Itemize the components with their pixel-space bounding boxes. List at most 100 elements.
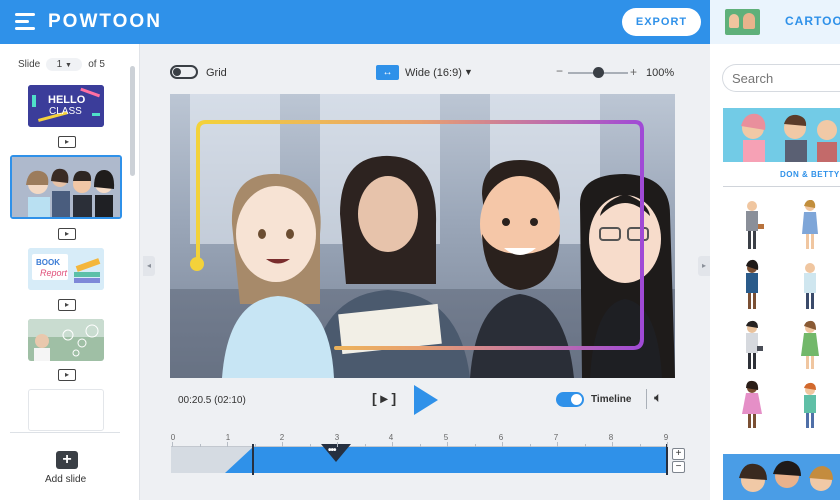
timeline-zoom-in-button[interactable]: + (672, 448, 685, 460)
search-input[interactable] (722, 64, 840, 92)
timeline-tick: 7 (553, 433, 559, 442)
collapse-right-icon[interactable]: ▸ (698, 256, 710, 276)
timeline-tick-mark (529, 444, 531, 447)
character-woman-green[interactable] (801, 320, 819, 369)
slide-thumbnail-5[interactable] (28, 389, 104, 431)
timeline-tick-mark (254, 444, 256, 447)
play-icon[interactable] (414, 385, 438, 415)
thumb-text-book: BOOK (36, 258, 60, 267)
play-frame-icon[interactable]: [ ▸ ] (372, 390, 396, 407)
timeline-tick-mark (392, 442, 393, 447)
timeline-tick: 0 (170, 433, 176, 442)
insert-transition-icon[interactable]: ▸ (58, 136, 76, 148)
grid-toggle[interactable] (170, 65, 198, 79)
library-title[interactable]: CARTOON (785, 14, 840, 28)
timeline-playhead[interactable] (321, 444, 351, 462)
timeline-toggle[interactable] (556, 392, 584, 407)
app-logo: POWTOON (48, 11, 162, 32)
timeline-tick: 1 (225, 433, 231, 442)
slide-thumbnail-3[interactable]: BOOK Report (28, 248, 104, 290)
timeline-tick: 5 (443, 433, 449, 442)
library-divider (723, 186, 840, 187)
timeline-tick-mark (282, 442, 283, 447)
character-man-teal[interactable] (804, 263, 816, 309)
aspect-ratio-dropdown[interactable]: Wide (16:9) (405, 67, 462, 79)
aspect-ratio-icon[interactable]: ↔ (376, 65, 399, 80)
thumb-text-hello: HELLO (48, 94, 86, 106)
library-header: CARTOON (710, 0, 840, 44)
timeline-tick-mark (419, 444, 421, 447)
insert-transition-icon[interactable]: ▸ (58, 299, 76, 311)
bubbles-photo-art (28, 319, 104, 361)
timeline-in-handle[interactable] (252, 444, 254, 475)
divider (646, 389, 647, 409)
timeline-tick: 2 (279, 433, 285, 442)
scene-art (190, 120, 675, 378)
character-girl-pink[interactable] (742, 380, 762, 428)
top-bar: POWTOON EXPORT (0, 0, 710, 44)
timeline-tick-mark (309, 444, 311, 447)
timeline-label: Timeline (591, 394, 632, 405)
thumb-text-report: Report (40, 268, 68, 278)
zoom-out-icon[interactable]: − (556, 64, 563, 78)
slide-thumbnail-1[interactable]: HELLO CLASS (28, 85, 104, 127)
timeline-tick-mark (199, 444, 201, 447)
timeline-tick-mark (447, 442, 448, 447)
timeline-tick-mark (502, 442, 503, 447)
bottom-banner-art (723, 454, 840, 500)
hamburger-menu-icon[interactable] (15, 13, 35, 30)
slide-label: Slide (18, 59, 41, 70)
timeline-out-handle[interactable] (666, 444, 668, 475)
character-banner[interactable] (723, 108, 840, 162)
timeline-zoom-out-button[interactable]: − (672, 461, 685, 473)
speaker-icon[interactable]: 🔈︎ (654, 389, 662, 406)
library-thumbnail[interactable] (725, 9, 760, 35)
character-boy-green[interactable] (804, 382, 816, 428)
slide-selector[interactable]: 1 ▼ (46, 58, 83, 71)
zoom-slider-handle[interactable] (592, 67, 604, 78)
chevron-down-icon[interactable]: ▼ (464, 67, 473, 77)
timeline-slide-duration[interactable] (225, 447, 668, 473)
collapse-left-icon[interactable]: ◂ (143, 256, 155, 276)
timeline-tick: 3 (334, 433, 340, 442)
timeline-tick-mark (337, 442, 338, 447)
slides-divider (10, 432, 120, 433)
thumb-text-class: CLASS (49, 106, 82, 117)
timeline-tick-mark (474, 444, 476, 447)
timeline-tick-mark (227, 442, 228, 447)
character-woman-dark[interactable] (746, 259, 759, 309)
slides-scrollbar[interactable] (130, 66, 135, 176)
timeline-tick-mark (584, 444, 586, 447)
export-button[interactable]: EXPORT (622, 8, 701, 36)
add-slide-label[interactable]: Add slide (45, 474, 86, 485)
slide-navigator: Slide 1 ▼ of 5 (18, 58, 105, 71)
timeline-tick-mark (172, 442, 173, 447)
character-woman-blue[interactable] (802, 200, 818, 249)
timeline-tick-mark (667, 442, 668, 447)
insert-transition-icon[interactable]: ▸ (58, 369, 76, 381)
character-grid (742, 200, 819, 428)
timeline-tick: 8 (608, 433, 614, 442)
timeline-ruler: 0 1 2 3 4 5 6 7 8 9 (171, 433, 671, 445)
timeline-tick: 6 (498, 433, 504, 442)
zoom-in-icon[interactable]: + (630, 65, 637, 79)
playhead-grip: ••• (328, 445, 336, 456)
timeline-tick: 9 (663, 433, 669, 442)
timeline-tick-mark (364, 444, 366, 447)
character-man-grey[interactable] (746, 201, 764, 249)
slide-2-art (12, 157, 120, 217)
banner-title: DON & BETTY (780, 170, 840, 179)
character-man-suit[interactable] (746, 320, 763, 369)
slide-canvas[interactable] (170, 94, 675, 378)
insert-transition-icon[interactable]: ▸ (58, 228, 76, 240)
slide-thumbnail-4[interactable] (28, 319, 104, 361)
timeline-tick: 4 (388, 433, 394, 442)
slide-count: of 5 (88, 59, 105, 70)
playback-time: 00:20.5 (02:10) (178, 395, 246, 406)
don-betty-art (723, 108, 840, 162)
add-slide-button[interactable]: + (56, 451, 78, 469)
character-banner[interactable] (723, 454, 840, 500)
timeline-tick-mark (557, 442, 558, 447)
slide-thumbnail-2[interactable] (10, 155, 122, 219)
zoom-value: 100% (646, 67, 675, 79)
